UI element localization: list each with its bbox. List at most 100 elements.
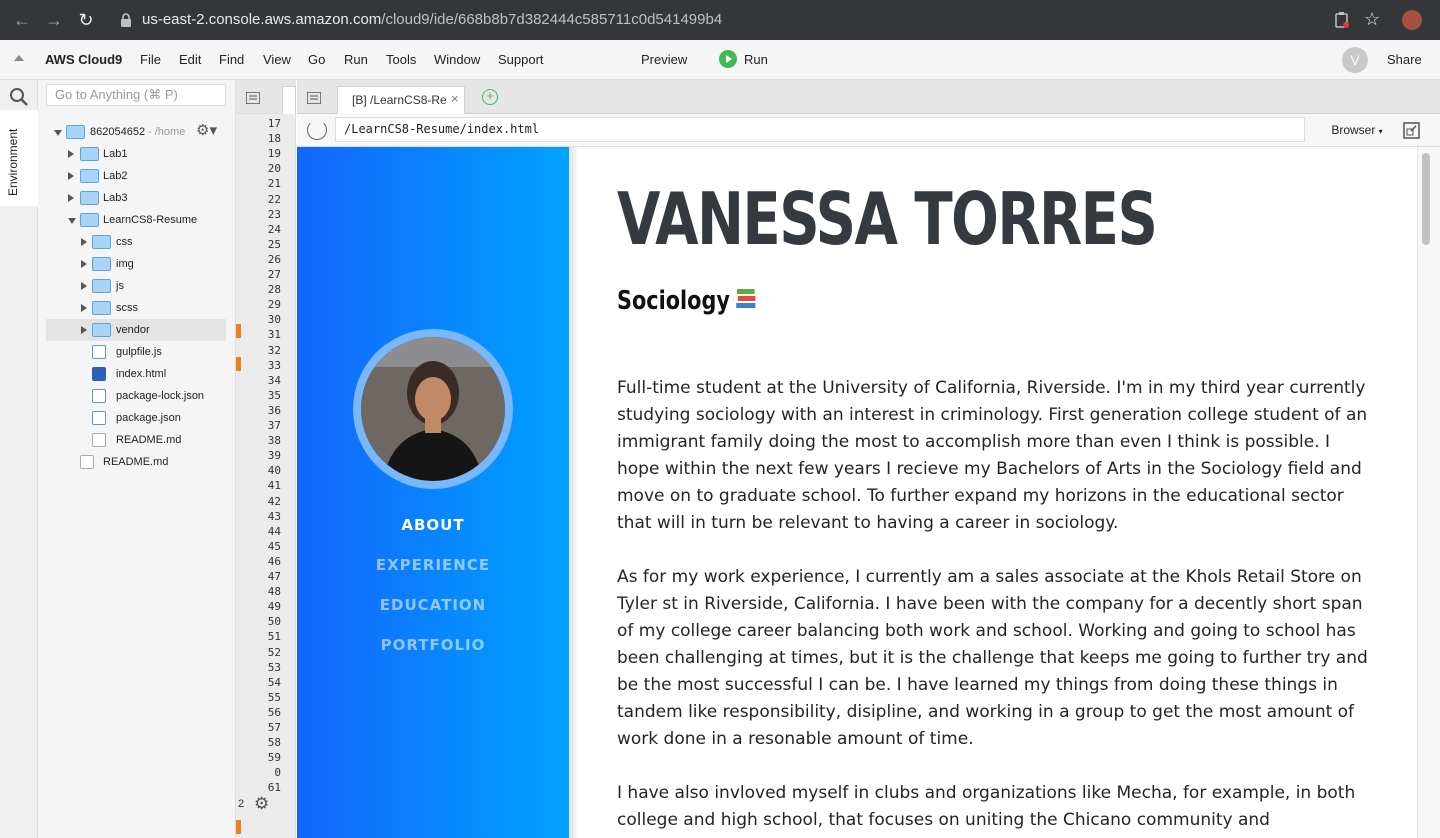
brand-label[interactable]: AWS Cloud9 xyxy=(45,52,122,67)
tree-item-label: package-lock.json xyxy=(116,390,205,402)
nav-portfolio[interactable]: PORTFOLIO xyxy=(297,636,569,654)
tree-root[interactable]: 862054652 - /home ⚙▾ xyxy=(46,121,226,143)
tree-item-vendor[interactable]: vendor xyxy=(46,319,226,341)
star-icon[interactable]: ☆ xyxy=(1364,9,1380,30)
run-button[interactable]: Run xyxy=(744,52,768,67)
tree-item-readme-inner[interactable]: README.md xyxy=(46,429,226,451)
preview-address-input[interactable]: /LearnCS8-Resume/index.html xyxy=(335,117,1305,142)
preview-tab[interactable]: [B] /LearnCS8-Re xyxy=(337,86,465,114)
tree-item-lab3[interactable]: Lab3 xyxy=(46,187,226,209)
menu-window[interactable]: Window xyxy=(434,52,480,67)
chevron-down-icon xyxy=(54,130,62,136)
editor-tab-partial[interactable] xyxy=(282,86,296,114)
tree-root-path: - /home xyxy=(148,126,186,138)
tree-item-label: Lab3 xyxy=(103,192,128,204)
about-paragraph-3: I have also invloved myself in clubs and… xyxy=(617,783,1356,830)
menu-edit[interactable]: Edit xyxy=(179,52,201,67)
nav-about[interactable]: ABOUT xyxy=(297,516,569,534)
resume-subtitle: Sociology xyxy=(617,285,757,316)
browser-dropdown[interactable]: Browser ▾ xyxy=(1321,118,1393,142)
line-number: 21 xyxy=(267,177,281,191)
menu-view[interactable]: View xyxy=(263,52,291,67)
goto-anything-input[interactable]: Go to Anything (⌘ P) xyxy=(46,84,226,106)
line-number: 50 xyxy=(267,615,281,629)
tree-item-package-lock[interactable]: package-lock.json xyxy=(46,385,226,407)
forward-arrow-icon[interactable]: → xyxy=(42,8,66,32)
line-number: 51 xyxy=(267,630,281,644)
tree-item-package-json[interactable]: package.json xyxy=(46,407,226,429)
tree-item-label: css xyxy=(116,236,133,248)
tree-item-index-html[interactable]: index.html xyxy=(46,363,226,385)
nav-experience[interactable]: EXPERIENCE xyxy=(297,556,569,574)
tree-item-js[interactable]: js xyxy=(46,275,226,297)
about-paragraph-1: Full-time student at the University of C… xyxy=(617,378,1368,533)
menu-run[interactable]: Run xyxy=(344,52,368,67)
tab-list-icon[interactable] xyxy=(246,92,260,104)
chevron-right-icon xyxy=(68,194,74,202)
chevron-right-icon xyxy=(81,282,87,290)
tree-item-img[interactable]: img xyxy=(46,253,226,275)
editor-gutter: 17 18 19 20 21 22 23 24 25 26 27 28 29 30 31 32 33 34 35 36… xyxy=(236,80,296,838)
profile-avatar[interactable] xyxy=(1402,10,1422,30)
preview-scrollbar[interactable] xyxy=(1417,147,1440,838)
line-number: 46 xyxy=(267,554,281,568)
user-avatar[interactable]: V xyxy=(1342,47,1368,73)
popout-icon[interactable] xyxy=(1403,122,1420,139)
tab-list-icon[interactable] xyxy=(307,92,321,104)
chevron-right-icon xyxy=(81,260,87,268)
tree-item-learncs8-resume[interactable]: LearnCS8-Resume xyxy=(46,209,226,231)
resume-subtitle-text: Sociology xyxy=(617,286,730,316)
markdown-file-icon xyxy=(80,455,94,469)
line-number: 35 xyxy=(267,388,281,402)
run-icon[interactable] xyxy=(719,50,737,68)
close-icon[interactable]: × xyxy=(451,91,459,106)
line-number: 47 xyxy=(267,570,281,583)
share-button[interactable]: Share xyxy=(1387,52,1422,67)
line-number: 59 xyxy=(267,751,281,765)
markdown-file-icon xyxy=(92,433,106,447)
tree-item-label: scss xyxy=(116,302,138,314)
modified-line-marker xyxy=(236,357,241,371)
gear-icon[interactable]: ⚙ xyxy=(254,794,270,814)
nav-education[interactable]: EDUCATION xyxy=(297,596,569,614)
line-number: 54 xyxy=(267,675,281,689)
profile-photo-image xyxy=(361,337,505,481)
tree-item-readme-root[interactable]: README.md xyxy=(46,451,226,473)
folder-icon xyxy=(92,323,111,337)
editor-tabbar xyxy=(236,80,296,114)
reload-icon[interactable]: ↻ xyxy=(74,8,98,32)
tree-item-lab1[interactable]: Lab1 xyxy=(46,143,226,165)
url-domain: us-east-2.console.aws.amazon.com xyxy=(142,11,382,28)
menu-support[interactable]: Support xyxy=(498,52,544,67)
line-number: 44 xyxy=(267,524,281,538)
tree-item-lab2[interactable]: Lab2 xyxy=(46,165,226,187)
search-icon[interactable] xyxy=(9,87,29,107)
preview-tab-label: [B] /LearnCS8-Re xyxy=(352,93,447,107)
line-number: 34 xyxy=(267,373,281,387)
collapse-up-icon[interactable] xyxy=(14,55,24,61)
line-number: 33 xyxy=(267,358,281,372)
back-arrow-icon[interactable]: ← xyxy=(10,8,34,32)
menu-file[interactable]: File xyxy=(140,52,161,67)
line-number: 27 xyxy=(267,268,281,281)
preview-button[interactable]: Preview xyxy=(641,52,687,67)
url-bar[interactable]: us-east-2.console.aws.amazon.com/cloud9/… xyxy=(142,11,722,28)
menu-go[interactable]: Go xyxy=(308,52,325,67)
clipboard-icon[interactable] xyxy=(1334,11,1350,29)
scrollbar-thumb[interactable] xyxy=(1422,153,1430,245)
menu-find[interactable]: Find xyxy=(219,52,244,67)
tree-item-label: index.html xyxy=(116,368,167,380)
menu-tools[interactable]: Tools xyxy=(386,52,416,67)
tree-item-scss[interactable]: scss xyxy=(46,297,226,319)
tree-item-gulpfile[interactable]: gulpfile.js xyxy=(46,341,226,363)
gear-icon[interactable]: ⚙▾ xyxy=(196,120,217,142)
folder-icon xyxy=(66,125,85,139)
line-number: 17 xyxy=(267,117,281,130)
line-number: 57 xyxy=(267,721,281,734)
modified-line-marker xyxy=(236,324,241,338)
refresh-icon[interactable] xyxy=(307,120,327,140)
tree-item-css[interactable]: css xyxy=(46,231,226,253)
add-tab-icon[interactable]: + xyxy=(482,89,498,105)
line-number: 30 xyxy=(267,313,281,327)
chevron-right-icon xyxy=(68,172,74,180)
